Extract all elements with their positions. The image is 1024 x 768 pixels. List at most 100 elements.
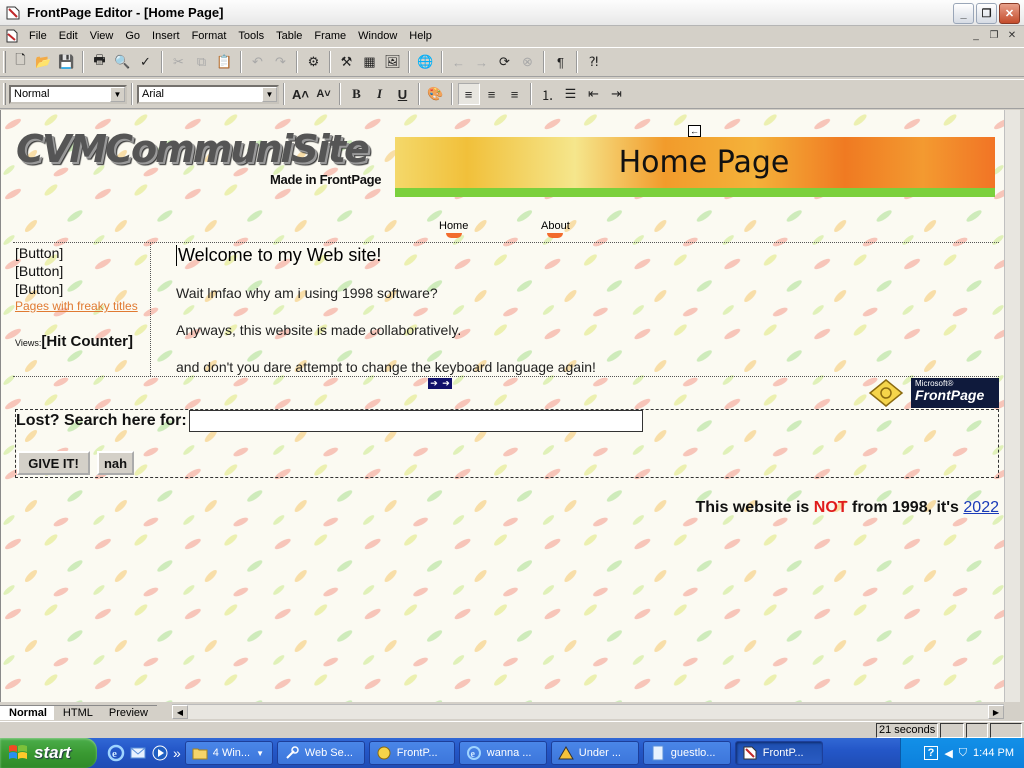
menu-go[interactable]: Go [119, 30, 146, 42]
welcome-heading[interactable]: Welcome to my Web site! [176, 245, 381, 266]
close-button[interactable]: ✕ [999, 3, 1020, 24]
menu-file[interactable]: File [23, 30, 53, 42]
nav-button-3[interactable]: [Button] [15, 281, 63, 297]
insert-image-icon[interactable]: 🖼 [382, 51, 404, 73]
bulleted-list-icon[interactable]: ☰ [560, 83, 582, 105]
stop-icon[interactable]: ⊗ [517, 51, 539, 73]
menu-window[interactable]: Window [352, 30, 403, 42]
paragraph-2[interactable]: Anyways, this website is made collaborat… [176, 322, 461, 338]
paragraph-3[interactable]: and don't you dare attempt to change the… [176, 359, 596, 375]
footer-year-link[interactable]: 2022 [963, 499, 999, 516]
new-page-icon[interactable]: 🗋 [10, 51, 32, 73]
align-left-icon[interactable]: ≡ [457, 83, 480, 105]
show-paragraph-marks-icon[interactable]: ¶ [550, 51, 572, 73]
vertical-scrollbar[interactable] [1004, 110, 1020, 702]
italic-icon[interactable]: I [369, 83, 391, 105]
forward-arrow-icon[interactable]: → [471, 51, 493, 73]
hyperlink-globe-icon[interactable]: 🌐 [415, 51, 437, 73]
print-preview-icon[interactable]: 🔍 [112, 51, 134, 73]
menu-table[interactable]: Table [270, 30, 308, 42]
bookmark-anchor-icon[interactable]: ← [688, 125, 701, 137]
frontpage-explorer-icon[interactable]: ⚙ [303, 51, 325, 73]
tab-normal[interactable]: Normal [0, 705, 56, 720]
toolbar-grip[interactable] [3, 51, 6, 73]
menu-help[interactable]: Help [403, 30, 438, 42]
clock[interactable]: 1:44 PM [973, 747, 1014, 759]
hit-counter[interactable]: [Hit Counter] [41, 333, 133, 350]
undo-icon[interactable]: ↶ [247, 51, 269, 73]
menu-frame[interactable]: Frame [308, 30, 352, 42]
whats-this-help-icon[interactable]: ⁈ [583, 51, 605, 73]
menu-format[interactable]: Format [186, 30, 233, 42]
decrease-indent-icon[interactable]: ⇤ [583, 83, 605, 105]
chevron-down-icon[interactable]: ▼ [110, 86, 125, 102]
nav-link-about[interactable]: About [541, 220, 570, 238]
tab-preview[interactable]: Preview [99, 705, 157, 720]
doc-minimize-button[interactable]: _ [968, 28, 984, 42]
document-icon[interactable] [5, 29, 19, 43]
menu-insert[interactable]: Insert [146, 30, 186, 42]
help-icon[interactable]: ? [923, 746, 939, 760]
taskbar-item-frontpage-explorer[interactable]: FrontP... [368, 741, 455, 765]
taskbar-item-browser[interactable]: e wanna ... [458, 741, 547, 765]
menu-edit[interactable]: Edit [53, 30, 84, 42]
save-icon[interactable]: 💾 [56, 51, 78, 73]
minimize-button[interactable]: _ [953, 3, 974, 24]
horizontal-scrollbar[interactable]: ◀ ▶ [172, 704, 1004, 719]
increase-indent-icon[interactable]: ⇥ [606, 83, 628, 105]
nav-button-1[interactable]: [Button] [15, 245, 63, 261]
nav-link-home[interactable]: Home [439, 220, 468, 238]
taskbar-item-frontpage-editor[interactable]: FrontP... [734, 741, 823, 765]
back-arrow-icon[interactable]: ← [448, 51, 470, 73]
start-button[interactable]: start [0, 738, 97, 768]
page-break-icon[interactable]: ➔ ➔ [428, 378, 452, 389]
freaky-titles-link[interactable]: Pages with freaky titles [15, 299, 138, 313]
font-select[interactable]: Arial ▼ [137, 84, 279, 104]
chevron-down-icon[interactable]: ▼ [262, 86, 277, 102]
media-player-icon[interactable] [151, 744, 169, 762]
bold-icon[interactable]: B [346, 83, 368, 105]
underline-icon[interactable]: U [392, 83, 414, 105]
paragraph-style-select[interactable]: Normal ▼ [9, 84, 127, 104]
paragraph-1[interactable]: Wait lmfao why am i using 1998 software? [176, 285, 438, 301]
insert-webbot-icon[interactable]: ⚒ [336, 51, 358, 73]
align-center-icon[interactable]: ≡ [481, 83, 503, 105]
tray-expand-icon[interactable]: ◀ [944, 747, 952, 760]
numbered-list-icon[interactable]: ⒈ [537, 83, 559, 105]
scroll-right-icon[interactable]: ▶ [988, 705, 1004, 719]
decrease-font-size-icon[interactable]: A˅ [313, 83, 335, 105]
menu-tools[interactable]: Tools [232, 30, 270, 42]
page-banner[interactable]: Home Page [395, 137, 995, 197]
scroll-left-icon[interactable]: ◀ [172, 705, 188, 719]
print-icon[interactable]: 🖶 [89, 51, 111, 73]
doc-restore-button[interactable]: ❐ [986, 28, 1002, 42]
search-input[interactable] [189, 410, 643, 432]
maximize-button[interactable]: ❐ [976, 3, 997, 24]
internet-explorer-icon[interactable]: e [107, 744, 125, 762]
doc-close-button[interactable]: ✕ [1004, 28, 1020, 42]
taskbar-item-guestlog[interactable]: guestlo... [642, 741, 731, 765]
cut-icon[interactable]: ✂ [168, 51, 190, 73]
nav-button-2[interactable]: [Button] [15, 263, 63, 279]
open-folder-icon[interactable]: 📂 [33, 51, 55, 73]
copy-icon[interactable]: ⧉ [191, 51, 213, 73]
spelling-icon[interactable]: ✓ [135, 51, 157, 73]
menu-view[interactable]: View [84, 30, 120, 42]
insert-table-icon[interactable]: ▦ [359, 51, 381, 73]
nah-button[interactable]: nah [97, 451, 134, 475]
text-color-icon[interactable]: 🎨 [425, 83, 447, 105]
taskbar-item-windows-explorer[interactable]: 4 Win... ▼ [184, 741, 273, 765]
toolbar-grip[interactable] [3, 83, 6, 105]
give-it-button[interactable]: GIVE IT! [17, 451, 90, 475]
security-icon[interactable]: ⛉ [959, 747, 967, 760]
increase-font-size-icon[interactable]: A˄ [290, 83, 312, 105]
outlook-express-icon[interactable] [129, 744, 147, 762]
refresh-icon[interactable]: ⟳ [494, 51, 516, 73]
paste-icon[interactable]: 📋 [214, 51, 236, 73]
taskbar-item-under-construction[interactable]: Under ... [550, 741, 639, 765]
webbot-icon[interactable] [868, 378, 908, 408]
taskbar-item-web-settings[interactable]: Web Se... [276, 741, 365, 765]
quick-launch-more-icon[interactable]: » [173, 745, 181, 761]
tab-html[interactable]: HTML [53, 705, 102, 720]
editor-canvas[interactable] [0, 110, 1004, 702]
